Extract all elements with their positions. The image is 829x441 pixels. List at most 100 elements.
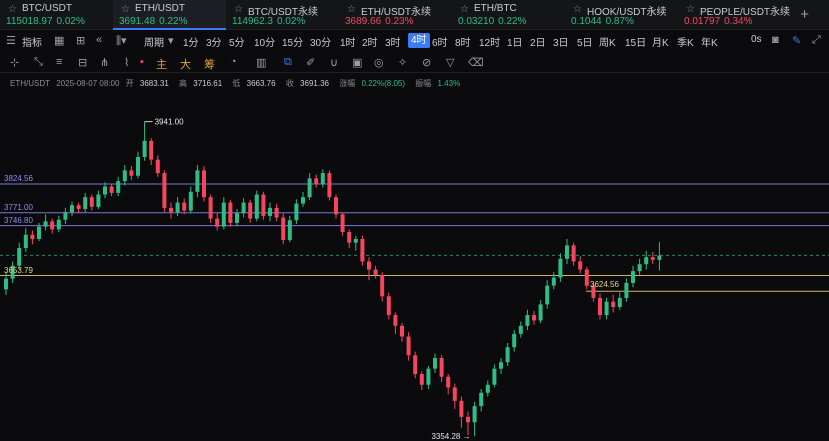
star-icon[interactable]: ☆ (573, 4, 582, 15)
interval-12[interactable]: 12时 (479, 34, 500, 49)
interval-8[interactable]: 3时 (385, 34, 401, 49)
interval-14[interactable]: 2日 (530, 34, 546, 49)
candlestick-chart[interactable]: 3941.00 3354.28 → (0, 90, 829, 441)
interval-2[interactable]: 5分 (229, 34, 245, 49)
candle-body (228, 202, 233, 223)
ticker-change: 0.22% (159, 16, 188, 27)
interval-3[interactable]: 10分 (254, 34, 275, 49)
candle-body (4, 278, 8, 290)
big-chip-button[interactable]: 大 (180, 56, 191, 72)
candle-body (221, 202, 226, 227)
compare-icon[interactable]: ⊞ (76, 34, 85, 47)
star-icon[interactable]: ☆ (121, 4, 130, 15)
grid-icon[interactable]: ▥ (256, 56, 266, 69)
fullscreen-icon[interactable]: ⤢ (812, 34, 821, 47)
ticker-change: 0.02% (56, 16, 85, 27)
magnet-icon[interactable]: ∪ (330, 56, 338, 69)
candle-body (485, 384, 490, 393)
ticker-price: 0.1044 0.87% (571, 16, 634, 27)
interval-16[interactable]: 5日 (577, 34, 593, 49)
candle-body (499, 362, 503, 369)
interval-9[interactable]: 4时 (408, 33, 430, 48)
level-label: 3771.00 (4, 202, 33, 212)
ticker-tab[interactable]: ☆ ETH/BTC 0.03210 0.22% (452, 0, 565, 30)
candle-body (116, 181, 121, 193)
clear-icon[interactable]: ⊘ (422, 56, 431, 69)
ticker-change: 0.34% (724, 16, 753, 27)
tools-icon[interactable]: ⊹ (10, 56, 19, 69)
candle-body (23, 234, 28, 249)
pattern-icon[interactable]: ⋔ (100, 56, 109, 69)
interval-10[interactable]: 6时 (432, 34, 448, 49)
candle-type-icon[interactable]: ⫼▾ (116, 34, 127, 48)
ticker-price: 0.01797 0.34% (684, 16, 753, 27)
interval-7[interactable]: 2时 (362, 34, 378, 49)
candle-body (169, 207, 173, 213)
grid-icon[interactable]: ☰ (6, 34, 16, 47)
star-icon[interactable]: ☆ (234, 4, 243, 15)
star-icon[interactable]: ☆ (347, 4, 356, 15)
interval-15[interactable]: 3日 (553, 34, 569, 49)
filter-icon[interactable]: ▽ (446, 56, 454, 69)
ticker-tab[interactable]: ☆ HOOK/USDT永续 0.1044 0.87% (565, 0, 678, 30)
parallel-icon[interactable]: ≡ (56, 56, 62, 68)
copy-icon[interactable]: ⧉ (284, 56, 292, 69)
interval-20[interactable]: 季K (677, 34, 694, 49)
interval-1[interactable]: 3分 (206, 34, 222, 49)
eye-icon[interactable]: ◎ (374, 56, 384, 69)
line-tools-icon[interactable]: ⤡ (34, 56, 43, 69)
high-annotation: 3941.00 (155, 118, 184, 127)
main-chip-button[interactable]: 主 (156, 56, 167, 72)
ticker-tab[interactable]: ☆ BTC/USDT 115018.97 0.02% (0, 0, 113, 30)
candle-body (208, 197, 213, 219)
interval-13[interactable]: 1日 (507, 34, 523, 49)
star-icon[interactable]: ☆ (460, 4, 469, 15)
interval-19[interactable]: 月K (652, 34, 669, 49)
ticker-change: 0.87% (605, 16, 634, 27)
ticker-tab[interactable]: ☆ ETH/USDT永续 3689.66 0.23% (339, 0, 452, 30)
low-annotation: 3354.28 → (431, 432, 470, 441)
gauge-icon[interactable]: ◔ (230, 56, 237, 68)
ticker-tab[interactable]: ☆ BTC/USDT永续 114962.3 0.02% (226, 0, 339, 30)
calendar-icon[interactable]: ▦ (54, 34, 64, 47)
interval-0[interactable]: 1分 (183, 34, 199, 49)
interval-21[interactable]: 年K (701, 34, 718, 49)
ticker-tab[interactable]: ☆ ETH/USDT 3691.48 0.22% (113, 0, 226, 30)
indicators-button[interactable]: 指标 (22, 34, 42, 49)
chevron-down-icon[interactable]: ▾ (168, 34, 174, 47)
interval-17[interactable]: 周K (599, 34, 616, 49)
lock-icon[interactable]: ▣ (352, 56, 362, 69)
star-icon[interactable]: ☆ (8, 4, 17, 15)
marker-icon[interactable]: ▪ (140, 56, 144, 68)
ticker-price: 3691.48 0.22% (119, 16, 188, 27)
interval-6[interactable]: 1时 (340, 34, 356, 49)
interval-18[interactable]: 15日 (625, 34, 646, 49)
candle-body (360, 238, 365, 262)
add-tab-icon[interactable]: + (800, 6, 809, 23)
wave-icon[interactable]: ⌇ (124, 56, 129, 69)
trash-icon[interactable]: ⌫ (468, 56, 484, 69)
period-selector[interactable]: 周期 (144, 34, 164, 49)
candle-body (452, 387, 457, 401)
chip-dist-button[interactable]: 筹 (204, 56, 215, 72)
camera-icon[interactable]: ◙ (772, 34, 779, 46)
interval-4[interactable]: 15分 (282, 34, 303, 49)
low-value: 3663.76 (246, 79, 276, 88)
ticker-tab[interactable]: ☆ PEOPLE/USDT永续 0.01797 0.34% (678, 0, 791, 30)
candle-body (459, 400, 464, 417)
candle-body (320, 173, 325, 184)
fib-icon[interactable]: ⊟ (78, 56, 87, 69)
pen-icon[interactable]: ✎ (792, 34, 801, 47)
candle-body (479, 392, 484, 407)
interval-5[interactable]: 30分 (310, 34, 331, 49)
magic-icon[interactable]: ✧ (398, 56, 407, 69)
star-icon[interactable]: ☆ (686, 4, 695, 15)
interval-11[interactable]: 8时 (455, 34, 471, 49)
pencil-icon[interactable]: ✐ (306, 56, 315, 69)
candle-body (637, 264, 642, 272)
candle-body (83, 197, 88, 209)
timer-label: 0s (751, 34, 762, 45)
candle-body (565, 245, 569, 259)
rewind-icon[interactable]: « (96, 34, 102, 46)
open-label: 开 (125, 79, 134, 88)
